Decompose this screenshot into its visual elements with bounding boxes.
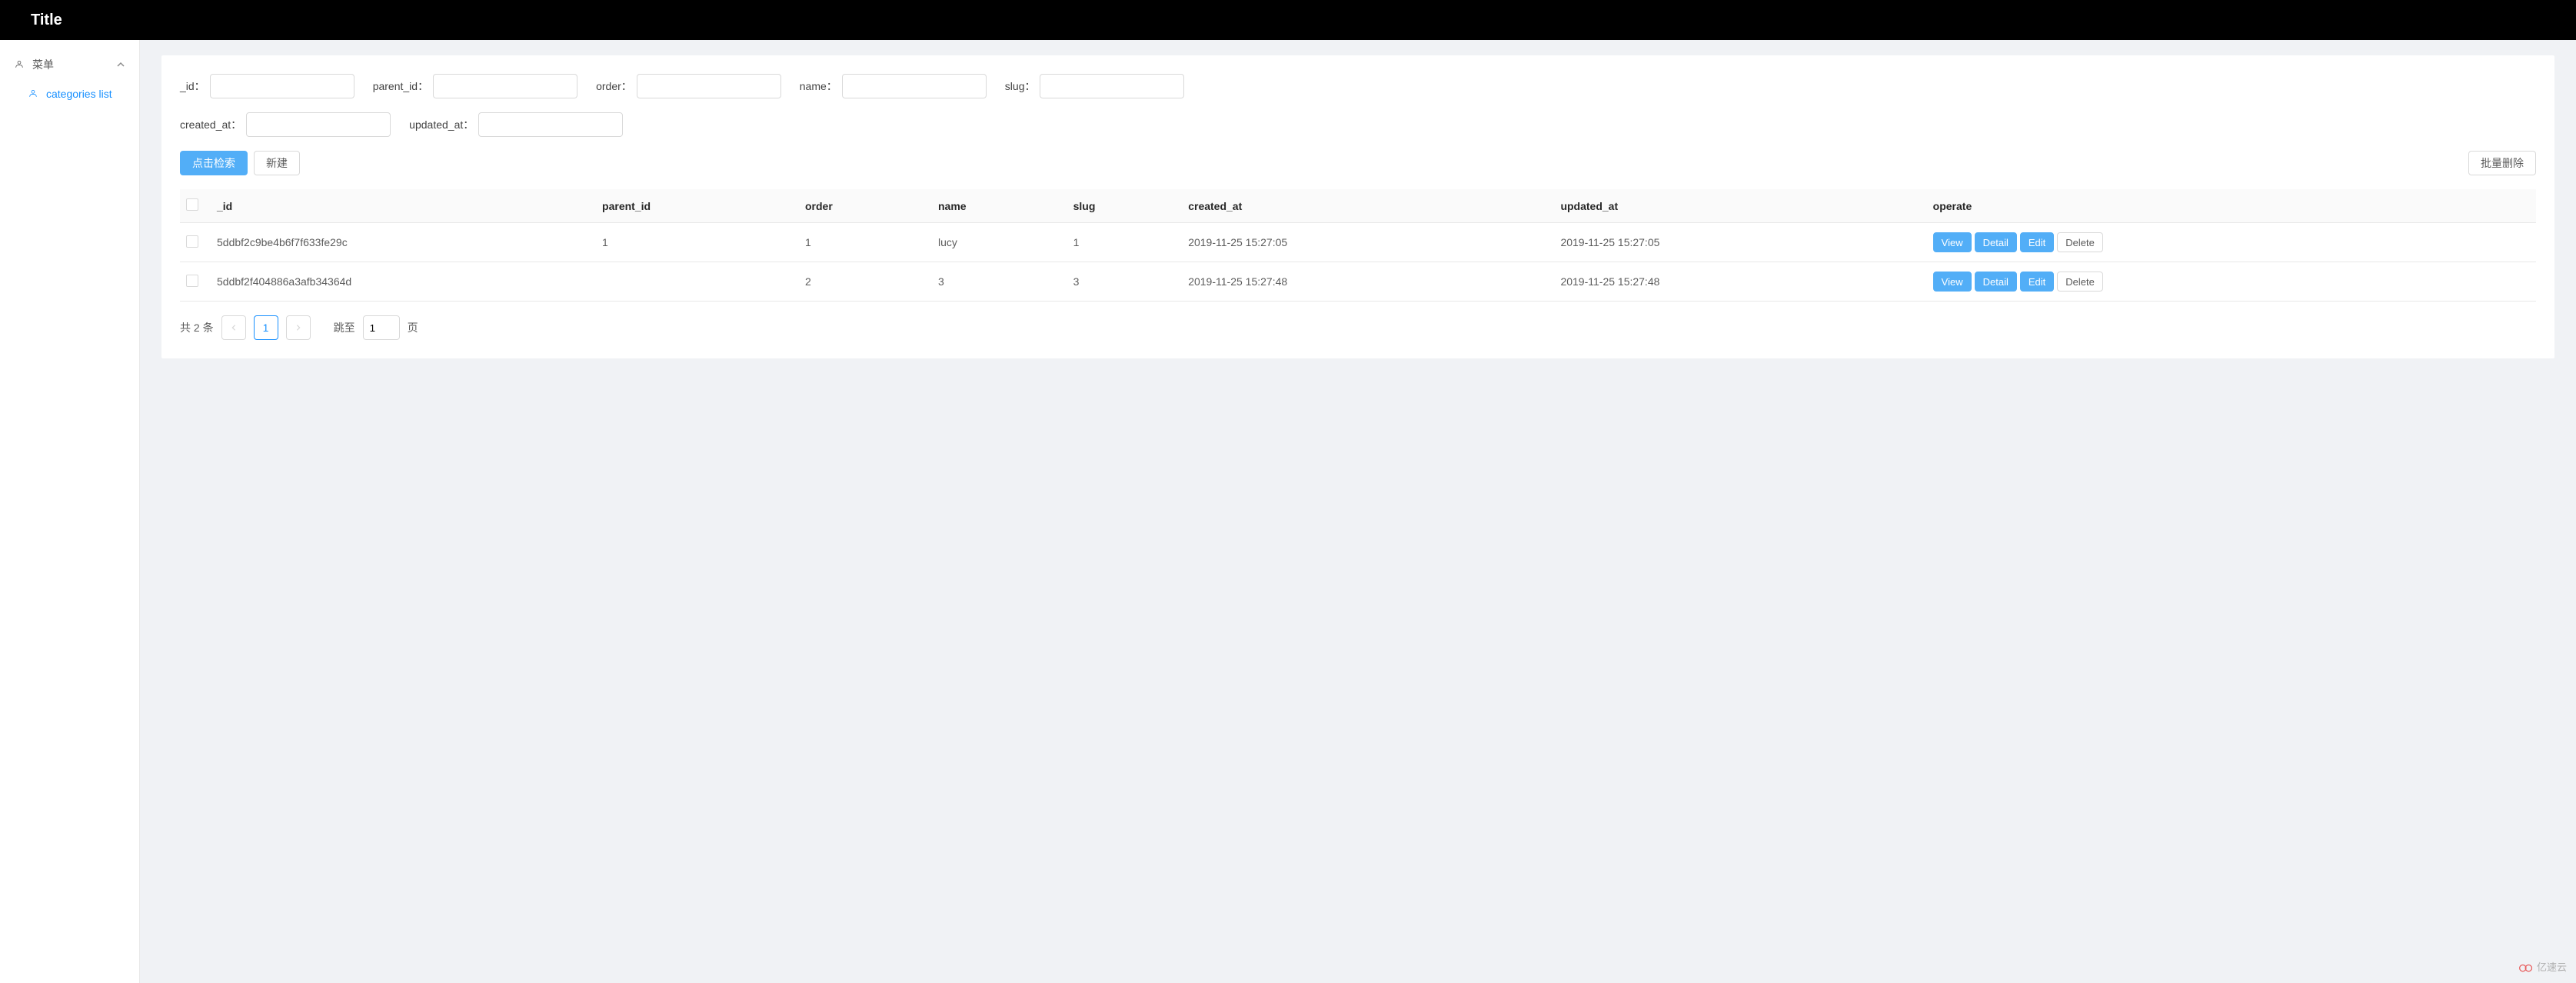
- app-header: Title: [0, 0, 2576, 40]
- row-checkbox[interactable]: [186, 235, 198, 248]
- sidebar-menu-label: 菜单: [32, 57, 54, 72]
- app-title: Title: [31, 12, 62, 29]
- total-text: 共 2 条: [180, 320, 214, 335]
- cell-updated-at: 2019-11-25 15:27:48: [1554, 262, 1926, 302]
- prev-page-button[interactable]: [221, 315, 246, 340]
- cell-name: 3: [932, 262, 1067, 302]
- filter-label: parent_id：: [373, 78, 428, 94]
- id-input[interactable]: [210, 74, 354, 98]
- filter-label: _id：: [180, 78, 205, 94]
- cell-slug: 3: [1067, 262, 1183, 302]
- delete-button[interactable]: Delete: [2057, 272, 2103, 292]
- cell-created-at: 2019-11-25 15:27:05: [1182, 223, 1554, 262]
- cell-id: 5ddbf2c9be4b6f7f633fe29c: [211, 223, 596, 262]
- cell-name: lucy: [932, 223, 1067, 262]
- col-created-at: created_at: [1182, 189, 1554, 223]
- cell-updated-at: 2019-11-25 15:27:05: [1554, 223, 1926, 262]
- cell-created-at: 2019-11-25 15:27:48: [1182, 262, 1554, 302]
- chevron-up-icon: [116, 60, 125, 69]
- filter-created-at: created_at：: [180, 112, 391, 137]
- page-number-button[interactable]: 1: [254, 315, 278, 340]
- filter-label: created_at：: [180, 117, 241, 132]
- chevron-left-icon: [230, 324, 238, 332]
- filter-label: updated_at：: [409, 117, 474, 132]
- watermark: 亿速云: [2518, 959, 2567, 974]
- next-page-button[interactable]: [286, 315, 311, 340]
- view-button[interactable]: View: [1933, 232, 1972, 252]
- filter-row-1: _id： parent_id： order： name： slug：: [180, 74, 2536, 98]
- jump-input[interactable]: [363, 315, 400, 340]
- action-row: 点击检索 新建 批量删除: [180, 151, 2536, 175]
- delete-button[interactable]: Delete: [2057, 232, 2103, 252]
- created-at-input[interactable]: [246, 112, 391, 137]
- table-row: 5ddbf2c9be4b6f7f633fe29c 1 1 lucy 1 2019…: [180, 223, 2536, 262]
- edit-button[interactable]: Edit: [2020, 272, 2054, 292]
- cloud-icon: [2518, 961, 2534, 972]
- filter-label: slug：: [1005, 78, 1036, 94]
- edit-button[interactable]: Edit: [2020, 232, 2054, 252]
- filter-slug: slug：: [1005, 74, 1185, 98]
- jump-label: 跳至: [334, 320, 355, 335]
- cell-parent-id: 1: [596, 223, 799, 262]
- sidebar: 菜单 categories list: [0, 40, 140, 983]
- search-button[interactable]: 点击检索: [180, 151, 248, 175]
- select-all-checkbox[interactable]: [186, 198, 198, 211]
- col-slug: slug: [1067, 189, 1183, 223]
- detail-button[interactable]: Detail: [1975, 272, 2017, 292]
- sidebar-item-categories[interactable]: categories list: [0, 80, 139, 108]
- name-input[interactable]: [842, 74, 987, 98]
- team-icon: [14, 59, 25, 70]
- pagination: 共 2 条 1 跳至 页: [180, 315, 2536, 340]
- sidebar-item-label: categories list: [46, 88, 112, 100]
- watermark-text: 亿速云: [2537, 959, 2567, 974]
- sidebar-menu-root[interactable]: 菜单: [0, 49, 139, 80]
- table-row: 5ddbf2f404886a3afb34364d 2 3 3 2019-11-2…: [180, 262, 2536, 302]
- order-input[interactable]: [637, 74, 781, 98]
- filter-label: name：: [800, 78, 837, 94]
- cell-parent-id: [596, 262, 799, 302]
- filter-id: _id：: [180, 74, 354, 98]
- row-checkbox[interactable]: [186, 275, 198, 287]
- right-buttons: 批量删除: [2468, 151, 2536, 175]
- cell-order: 2: [799, 262, 932, 302]
- data-table: _id parent_id order name slug created_at…: [180, 189, 2536, 302]
- col-operate: operate: [1927, 189, 2536, 223]
- page-suffix: 页: [408, 320, 418, 335]
- col-order: order: [799, 189, 932, 223]
- view-button[interactable]: View: [1933, 272, 1972, 292]
- sidebar-menu-root-left: 菜单: [14, 57, 54, 72]
- cell-order: 1: [799, 223, 932, 262]
- cell-id: 5ddbf2f404886a3afb34364d: [211, 262, 596, 302]
- detail-button[interactable]: Detail: [1975, 232, 2017, 252]
- slug-input[interactable]: [1040, 74, 1184, 98]
- filter-parent-id: parent_id：: [373, 74, 577, 98]
- operate-buttons: View Detail Edit Delete: [1933, 272, 2530, 292]
- operate-buttons: View Detail Edit Delete: [1933, 232, 2530, 252]
- team-icon: [28, 88, 38, 99]
- main-card: _id： parent_id： order： name： slug：: [161, 55, 2554, 358]
- cell-slug: 1: [1067, 223, 1183, 262]
- updated-at-input[interactable]: [478, 112, 623, 137]
- left-buttons: 点击检索 新建: [180, 151, 300, 175]
- filter-label: order：: [596, 78, 632, 94]
- col-id: _id: [211, 189, 596, 223]
- col-parent-id: parent_id: [596, 189, 799, 223]
- chevron-right-icon: [295, 324, 302, 332]
- col-updated-at: updated_at: [1554, 189, 1926, 223]
- filter-row-2: created_at： updated_at：: [180, 112, 2536, 137]
- filter-name: name：: [800, 74, 987, 98]
- filter-order: order：: [596, 74, 781, 98]
- batch-delete-button[interactable]: 批量删除: [2468, 151, 2536, 175]
- col-name: name: [932, 189, 1067, 223]
- content-area: _id： parent_id： order： name： slug：: [140, 40, 2576, 983]
- main-layout: 菜单 categories list _id： parent_id：: [0, 40, 2576, 983]
- parent-id-input[interactable]: [433, 74, 577, 98]
- create-button[interactable]: 新建: [254, 151, 300, 175]
- filter-updated-at: updated_at：: [409, 112, 623, 137]
